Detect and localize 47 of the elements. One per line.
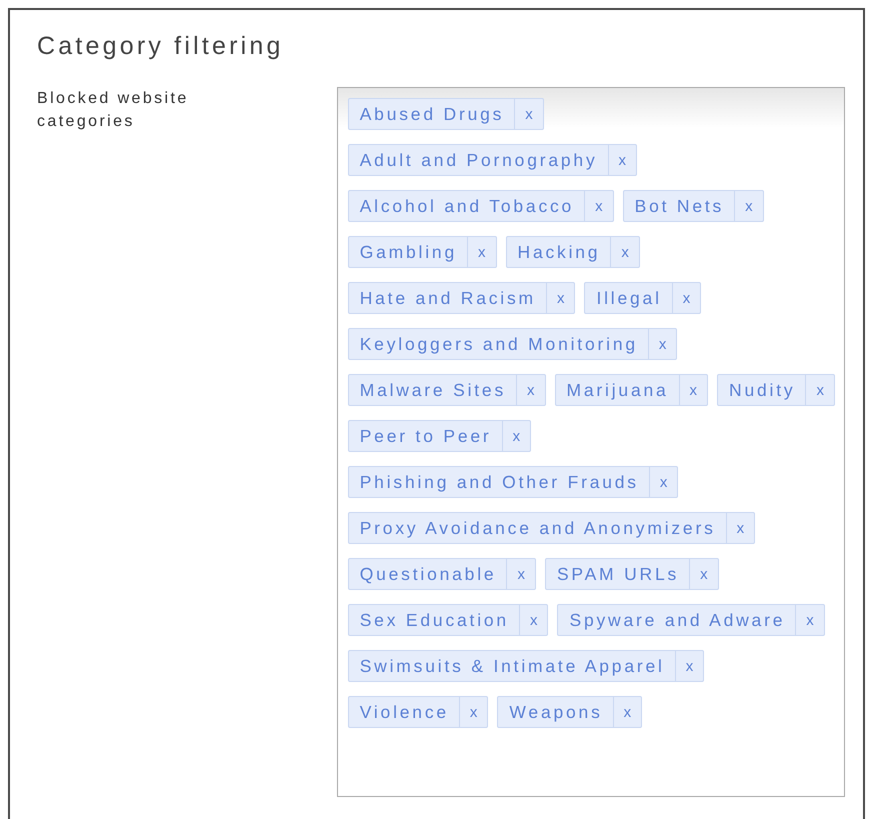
remove-tag-button[interactable]: x: [518, 605, 548, 635]
tag-label: Adult and Pornography: [358, 149, 599, 172]
tag-label: Gambling: [358, 241, 458, 264]
tag-label: Weapons: [508, 701, 604, 724]
remove-tag-button[interactable]: x: [516, 375, 544, 405]
remove-tag-button[interactable]: x: [546, 283, 574, 313]
tag-label: Malware Sites: [358, 379, 507, 402]
remove-tag-button[interactable]: x: [648, 329, 676, 359]
section-title: Category filtering: [37, 32, 285, 61]
tag-label: Bot Nets: [634, 195, 726, 218]
remove-tag-button[interactable]: x: [514, 99, 543, 129]
remove-tag-button[interactable]: x: [689, 559, 718, 589]
remove-tag-button[interactable]: x: [608, 145, 636, 175]
tag-label: Keyloggers and Monitoring: [358, 333, 639, 356]
remove-tag-button[interactable]: x: [734, 191, 763, 221]
remove-tag-button[interactable]: x: [805, 375, 834, 405]
remove-tag-button[interactable]: x: [458, 697, 488, 727]
remove-tag-button[interactable]: x: [674, 651, 704, 681]
tag-label: Swimsuits & Intimate Apparel: [358, 655, 666, 678]
tag-label: Proxy Avoidance and Anonymizers: [358, 517, 717, 540]
remove-tag-button[interactable]: x: [726, 513, 754, 543]
tag-label: Hacking: [516, 241, 602, 264]
remove-tag-button[interactable]: x: [584, 191, 613, 221]
remove-tag-button[interactable]: x: [678, 375, 708, 405]
remove-tag-button[interactable]: x: [795, 605, 824, 635]
tag-label: SPAM URLs: [556, 563, 680, 586]
tag-label: Marijuana: [566, 379, 670, 402]
tag-label: Nudity: [728, 379, 796, 402]
tag-label: Questionable: [358, 563, 498, 586]
remove-tag-button[interactable]: x: [506, 559, 535, 589]
remove-tag-button[interactable]: x: [612, 697, 642, 727]
tag-label: Alcohol and Tobacco: [358, 195, 576, 218]
tag-label: Spyware and Adware: [568, 609, 786, 632]
remove-tag-button[interactable]: x: [610, 237, 639, 267]
tag-label: Illegal: [595, 287, 663, 310]
field-label: Blocked website categories: [37, 89, 190, 132]
tag-label: Phishing and Other Frauds: [358, 471, 640, 494]
tag-label: Hate and Racism: [358, 287, 537, 310]
tag-label: Sex Education: [358, 609, 510, 632]
tag-input-field[interactable]: [336, 87, 845, 797]
remove-tag-button[interactable]: x: [467, 237, 496, 267]
tag-label: Peer to Peer: [358, 425, 493, 448]
remove-tag-button[interactable]: x: [648, 467, 678, 497]
remove-tag-button[interactable]: x: [672, 283, 700, 313]
remove-tag-button[interactable]: x: [502, 421, 530, 451]
tag-label: Abused Drugs: [358, 103, 506, 126]
tag-label: Violence: [358, 701, 450, 724]
